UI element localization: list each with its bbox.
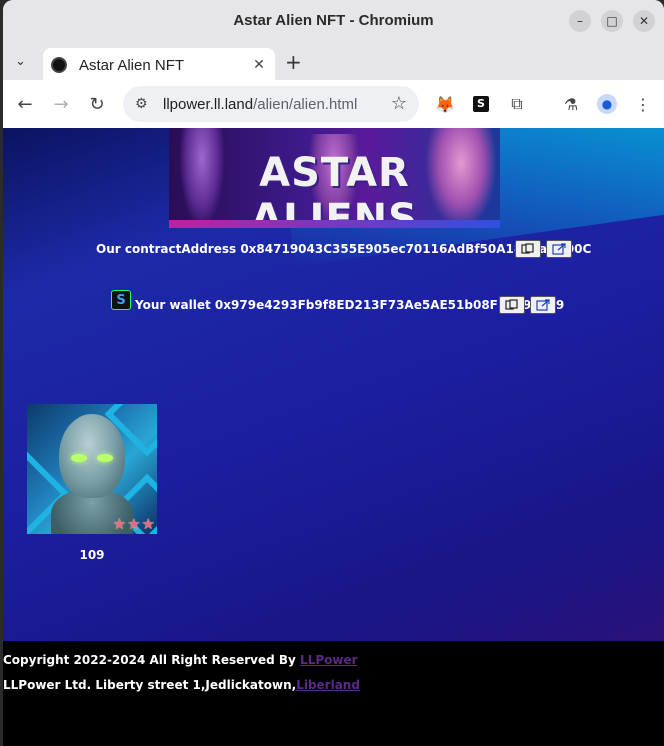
labs-flask-icon[interactable]: ⚗ xyxy=(559,92,583,116)
copy-icon xyxy=(505,299,518,310)
browser-toolbar: ← → ↻ ⚙ llpower.ll.land/alien/alien.html… xyxy=(3,80,664,128)
address-bar[interactable]: ⚙ llpower.ll.land/alien/alien.html ☆ xyxy=(123,86,419,122)
metamask-fox-icon[interactable]: 🦊 xyxy=(433,92,457,116)
back-arrow-icon[interactable]: ← xyxy=(13,92,37,116)
page-content: ASTAR ALIENS Our contractAddress 0x84719… xyxy=(3,128,664,746)
page-footer: Copyright 2022-2024 All Right Reserved B… xyxy=(3,641,664,746)
alien-eye-right xyxy=(97,454,113,462)
tab-search-chevron-icon[interactable]: ⌄ xyxy=(15,54,26,69)
site-info-icon[interactable]: ⚙ xyxy=(135,96,155,112)
close-window-icon[interactable]: ✕ xyxy=(633,10,655,32)
menu-kebab-icon[interactable]: ⋮ xyxy=(631,92,655,116)
browser-window: Astar Alien NFT - Chromium – □ ✕ ⌄ Astar… xyxy=(3,0,664,746)
open-wallet-explorer-button[interactable] xyxy=(530,296,556,314)
banner-title: ASTAR ALIENS xyxy=(251,150,418,228)
url-path: /alien/alien.html xyxy=(253,95,358,113)
external-link-icon xyxy=(552,243,566,255)
profile-avatar-icon[interactable]: ● xyxy=(595,92,619,116)
rarity-stars: ★ ★ ★ xyxy=(113,517,155,532)
astar-aliens-banner: ASTAR ALIENS xyxy=(169,128,500,228)
alien-eye-left xyxy=(71,454,87,462)
star-icon: ★ xyxy=(112,515,127,533)
copy-icon xyxy=(521,243,534,254)
subwallet-icon: S xyxy=(111,290,131,310)
minimize-icon[interactable]: – xyxy=(569,10,591,32)
nft-card-image[interactable]: ★ ★ ★ xyxy=(27,404,157,534)
open-contract-explorer-button[interactable] xyxy=(546,240,572,258)
external-link-icon xyxy=(536,299,550,311)
url-text[interactable]: llpower.ll.land/alien/alien.html xyxy=(163,96,357,113)
copy-wallet-button[interactable] xyxy=(499,296,525,314)
window-title: Astar Alien NFT - Chromium xyxy=(233,12,434,29)
subwallet-extension-icon[interactable]: S xyxy=(469,92,493,116)
forward-arrow-icon[interactable]: → xyxy=(49,92,73,116)
star-icon: ★ xyxy=(127,515,141,533)
nft-token-id: 109 xyxy=(79,548,105,562)
new-tab-icon[interactable]: + xyxy=(285,50,302,74)
tab-strip: ⌄ Astar Alien NFT ✕ + xyxy=(3,44,664,82)
alien-head xyxy=(59,414,125,498)
site-favicon-icon xyxy=(51,57,67,73)
tab-astar-alien-nft[interactable]: Astar Alien NFT ✕ xyxy=(43,48,275,82)
url-host: llpower.ll.land xyxy=(163,95,254,113)
liberland-link[interactable]: Liberland xyxy=(296,678,360,692)
close-tab-icon[interactable]: ✕ xyxy=(249,55,269,75)
tab-title: Astar Alien NFT xyxy=(79,56,185,74)
title-bar: Astar Alien NFT - Chromium – □ ✕ xyxy=(3,0,664,44)
banner-strip xyxy=(169,220,500,228)
llpower-link[interactable]: LLPower xyxy=(300,653,357,667)
subwallet-icon-letter: S xyxy=(116,292,126,308)
company-address-text: LLPower Ltd. Liberty street 1,Jedlickato… xyxy=(3,678,297,692)
star-icon: ★ xyxy=(141,515,155,533)
company-address-line: LLPower Ltd. Liberty street 1,Jedlickato… xyxy=(3,678,360,692)
copyright-line: Copyright 2022-2024 All Right Reserved B… xyxy=(3,653,358,667)
bookmark-star-icon[interactable]: ☆ xyxy=(391,93,407,114)
copy-contract-button[interactable] xyxy=(515,240,541,258)
reload-icon[interactable]: ↻ xyxy=(85,92,109,116)
maximize-icon[interactable]: □ xyxy=(601,10,623,32)
extensions-puzzle-icon[interactable]: ⧉ xyxy=(505,92,529,116)
copyright-text: Copyright 2022-2024 All Right Reserved B… xyxy=(3,653,301,667)
